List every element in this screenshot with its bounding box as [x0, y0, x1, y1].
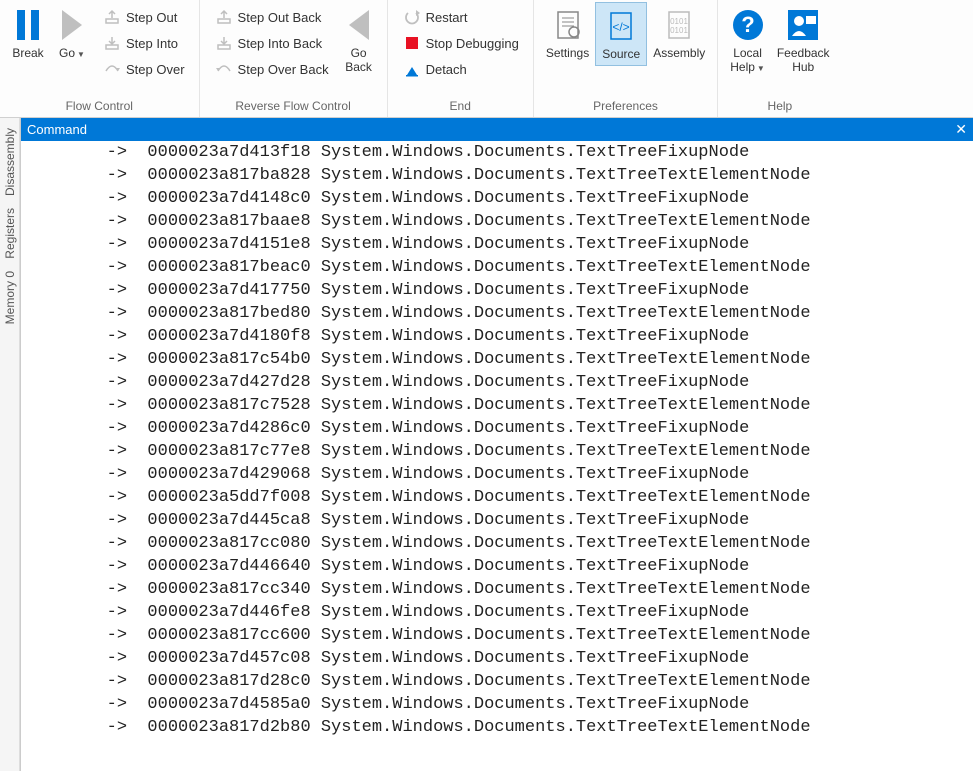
source-button[interactable]: </> Source — [595, 2, 647, 66]
local-help-button[interactable]: ? Local Help▼ — [724, 2, 771, 80]
group-label-prefs: Preferences — [540, 97, 711, 117]
source-icon: </> — [605, 7, 637, 45]
step-out-icon — [102, 9, 122, 25]
restart-button[interactable]: Restart — [398, 4, 523, 30]
tab-registers[interactable]: Registers — [1, 202, 19, 265]
step-over-button[interactable]: Step Over — [98, 56, 189, 82]
play-icon — [58, 6, 86, 44]
group-label-end: End — [394, 97, 527, 117]
step-into-button[interactable]: Step Into — [98, 30, 189, 56]
step-out-button[interactable]: Step Out — [98, 4, 189, 30]
svg-text:?: ? — [741, 12, 754, 37]
side-tab-strip: Disassembly Registers Memory 0 — [0, 118, 20, 771]
assembly-icon: 01010101 — [663, 6, 695, 44]
command-output[interactable]: -> 0000023a7d413f18 System.Windows.Docum… — [21, 140, 973, 771]
detach-icon — [402, 61, 422, 77]
group-label-flow: Flow Control — [6, 97, 193, 117]
tab-memory0[interactable]: Memory 0 — [1, 265, 19, 330]
step-out-back-button[interactable]: Step Out Back — [210, 4, 333, 30]
help-icon: ? — [731, 6, 765, 44]
output-text: -> 0000023a7d413f18 System.Windows.Docum… — [21, 141, 973, 739]
command-panel: Command ✕ -> 0000023a7d413f18 System.Win… — [20, 118, 973, 771]
restart-icon — [402, 9, 422, 25]
feedback-hub-button[interactable]: Feedback Hub — [771, 2, 836, 78]
step-over-back-button[interactable]: Step Over Back — [210, 56, 333, 82]
close-icon[interactable]: ✕ — [955, 121, 967, 138]
step-into-icon — [102, 35, 122, 51]
group-reverse-flow: Step Out Back Step Into Back Step Over B… — [200, 0, 388, 117]
group-flow-control: Break Go▼ Step Out Step Into — [0, 0, 200, 117]
body-area: Disassembly Registers Memory 0 Command ✕… — [0, 118, 973, 771]
group-help: ? Local Help▼ Feedback Hub Help — [718, 0, 841, 117]
step-into-back-button[interactable]: Step Into Back — [210, 30, 333, 56]
panel-title: Command — [27, 122, 87, 137]
break-button[interactable]: Break — [6, 2, 50, 64]
chevron-down-icon: ▼ — [77, 50, 85, 59]
group-label-help: Help — [724, 97, 835, 117]
chevron-down-icon: ▼ — [757, 64, 765, 73]
settings-button[interactable]: Settings — [540, 2, 595, 64]
ribbon-toolbar: Break Go▼ Step Out Step Into — [0, 0, 973, 118]
step-into-back-icon — [214, 35, 234, 51]
stop-debugging-button[interactable]: Stop Debugging — [398, 30, 523, 56]
go-button[interactable]: Go▼ — [50, 2, 94, 66]
go-back-button[interactable]: Go Back — [337, 2, 381, 78]
step-out-back-icon — [214, 9, 234, 25]
detach-button[interactable]: Detach — [398, 56, 523, 82]
group-label-reverse: Reverse Flow Control — [206, 97, 381, 117]
svg-text:</>: </> — [613, 20, 630, 34]
stop-icon — [402, 35, 422, 51]
assembly-button[interactable]: 01010101 Assembly — [647, 2, 711, 64]
tab-disassembly[interactable]: Disassembly — [1, 122, 19, 202]
feedback-icon — [786, 6, 820, 44]
group-preferences: Settings </> Source 01010101 Assembly Pr… — [534, 0, 718, 117]
play-back-icon — [345, 6, 373, 44]
settings-icon — [552, 6, 584, 44]
step-over-icon — [102, 61, 122, 77]
step-over-back-icon — [214, 61, 234, 77]
svg-text:0101: 0101 — [670, 17, 688, 26]
command-panel-header[interactable]: Command ✕ — [21, 118, 973, 140]
group-end: Restart Stop Debugging Detach End — [388, 0, 534, 117]
svg-text:0101: 0101 — [670, 26, 688, 35]
pause-icon — [13, 6, 43, 44]
